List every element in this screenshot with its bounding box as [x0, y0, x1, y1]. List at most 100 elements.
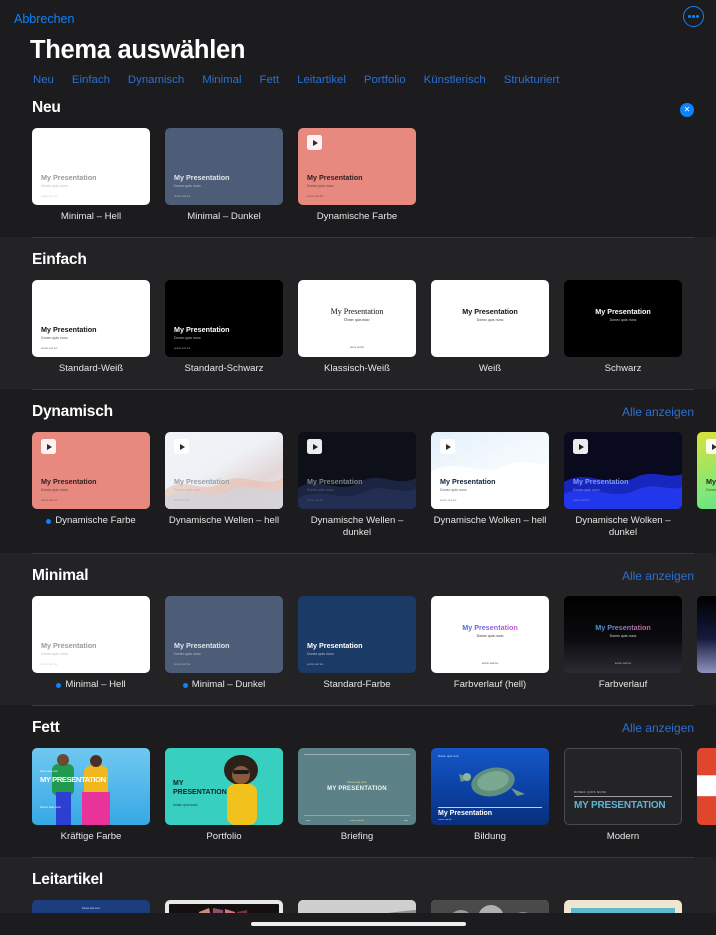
theme-thumbnail[interactable]: My Presentation Donec quis nunc auctor s…: [298, 432, 416, 509]
theme-cell: My Presentation Donec quis nunc auctor s…: [431, 432, 549, 539]
theme-row-dynamisch[interactable]: My Presentation Donec quis nunc auctor s…: [0, 421, 716, 539]
ellipsis-dots: [688, 15, 699, 18]
section-header-neu: Neu ✕: [0, 86, 716, 117]
theme-row-minimal[interactable]: My Presentation Donec quis nunc auctor s…: [0, 585, 716, 691]
cloud-art: [431, 462, 549, 509]
theme-cell: My Presentation Donec quis nunc auctor s…: [32, 280, 150, 375]
theme-label-wrap: Schwarz: [564, 363, 682, 375]
theme-label: Dynamische Wellen – dunkel: [310, 515, 404, 538]
theme-thumbnail[interactable]: My Presentation Donec quis nunc auctor s…: [32, 432, 150, 509]
theme-label-wrap: Minimal – Hell: [32, 211, 150, 223]
theme-thumbnail[interactable]: My Presentation Donec quis nunc auctor s…: [32, 280, 150, 357]
theme-thumbnail[interactable]: My Presentation Donec quis nunc auctor s…: [431, 596, 549, 673]
theme-cell: My Presentation Donec quis nunc Weiß: [431, 280, 549, 375]
theme-sections-scroll[interactable]: Neu ✕ My Presentation Donec quis nunc auct…: [0, 86, 716, 935]
theme-thumbnail[interactable]: My Presentation Donec quis nunc auctor s…: [32, 596, 150, 673]
theme-thumbnail[interactable]: My Presentation Donec quis nunc auctor s…: [564, 596, 682, 673]
section-einfach: Einfach My Presentation Donec quis nunc a…: [0, 237, 716, 389]
tab-k-nstlerisch[interactable]: Künstlerisch: [424, 74, 486, 86]
theme-thumbnail[interactable]: My Presentation Donec quis nunc auctor s…: [564, 432, 682, 509]
ellipsis-circle-icon[interactable]: [683, 6, 704, 27]
theme-thumbnail[interactable]: My Presentation Donec quis nunc auctor s…: [298, 596, 416, 673]
theme-label: Dynamische Wellen – hell: [168, 515, 280, 526]
theme-row-fett[interactable]: Donec quis nunc MY PRESENTATION Donec qu…: [0, 737, 716, 843]
theme-cell: My Presentation Donec quis nunc auctor s…: [32, 128, 150, 223]
tab-strukturiert[interactable]: Strukturiert: [504, 74, 560, 86]
theme-cell: My Presentation Donec quis nunc auctor s…: [165, 280, 283, 375]
close-circle-icon[interactable]: ✕: [680, 103, 694, 117]
theme-label-wrap: Farbverlauf (hell): [431, 679, 549, 691]
theme-thumbnail[interactable]: My Presentation Donec quis nunc auctor s…: [165, 280, 283, 357]
section-neu: Neu ✕ My Presentation Donec quis nunc auct…: [0, 86, 716, 237]
theme-cell: My Presentation Donec quis nunc auctor s…: [32, 432, 150, 539]
tab-einfach[interactable]: Einfach: [72, 74, 110, 86]
theme-thumbnail[interactable]: My Presentation Donec quis nunc auctor s…: [431, 432, 549, 509]
theme-thumbnail-partial[interactable]: [697, 748, 716, 825]
show-all-button-minimal[interactable]: Alle anzeigen: [622, 569, 694, 583]
section-header-minimal: Minimal Alle anzeigen: [0, 554, 716, 585]
section-title-neu: Neu: [32, 99, 61, 116]
theme-cell-partial: [697, 596, 716, 691]
theme-cell: Donec quis nunc MY PRESENTATION Donec qu…: [32, 748, 150, 843]
theme-thumbnail[interactable]: DONEC QUIS NUNC MY PRESENTATION: [564, 748, 682, 825]
theme-label: Minimal – Hell: [60, 211, 122, 222]
theme-label: Dynamische Farbe: [55, 515, 136, 526]
section-header-einfach: Einfach: [0, 238, 716, 269]
section-title-einfach: Einfach: [32, 251, 87, 268]
theme-thumbnail[interactable]: My Presentation Donec quis nunc auctor s…: [298, 280, 416, 357]
show-all-button-dynamisch[interactable]: Alle anzeigen: [622, 405, 694, 419]
theme-label-wrap: Kräftige Farbe: [32, 831, 150, 843]
selected-dot-icon: [182, 682, 188, 688]
theme-row-neu[interactable]: My Presentation Donec quis nunc auctor s…: [0, 117, 716, 223]
theme-label: Minimal – Hell: [65, 679, 126, 690]
theme-thumbnail[interactable]: Donec quis nunc MY PRESENTATION nunc auc…: [298, 748, 416, 825]
theme-cell: My Presentation Donec quis nunc auctor s…: [298, 128, 416, 223]
theme-thumbnail[interactable]: My Presentation Donec quis nunc auctor s…: [165, 432, 283, 509]
theme-thumbnail[interactable]: Donec quis nunc MY PRESENTATION Donec qu…: [32, 748, 150, 825]
theme-thumbnail[interactable]: My Presentation Donec quis nunc auctor s…: [32, 128, 150, 205]
theme-thumbnail[interactable]: My Presentation Donec quis nunc auctor s…: [165, 596, 283, 673]
theme-cell: My Presentation Donec quis nunc Schwarz: [564, 280, 682, 375]
tab-fett[interactable]: Fett: [260, 74, 280, 86]
theme-thumbnail[interactable]: My Presentation Donec quis nunc: [564, 280, 682, 357]
theme-thumbnail-partial[interactable]: My Presentation Donec quis nunc: [697, 432, 716, 509]
page-title: Thema auswählen: [30, 36, 246, 64]
selected-dot-icon: [46, 518, 52, 524]
theme-label: Dynamische Wolken – hell: [433, 515, 547, 526]
show-all-button-fett[interactable]: Alle anzeigen: [622, 721, 694, 735]
theme-thumbnail[interactable]: My Presentation Donec quis nunc auctor s…: [165, 128, 283, 205]
tab-leitartikel[interactable]: Leitartikel: [297, 74, 346, 86]
theme-label: Standard-Farbe: [323, 679, 391, 690]
theme-label: Klassisch-Weiß: [324, 363, 390, 374]
wave-art: [298, 477, 416, 509]
theme-thumbnail[interactable]: Donec quis nunc My Presentation auctor s…: [431, 748, 549, 825]
theme-thumbnail[interactable]: MY PRESENTATION DONEC QUIS NUNC: [165, 748, 283, 825]
cloud-art: [564, 473, 682, 509]
theme-label: Farbverlauf: [598, 679, 648, 690]
tab-portfolio[interactable]: Portfolio: [364, 74, 406, 86]
tab-dynamisch[interactable]: Dynamisch: [128, 74, 184, 86]
theme-label-wrap: Standard-Farbe: [298, 679, 416, 691]
cancel-button[interactable]: Abbrechen: [14, 12, 74, 26]
section-dynamisch: Dynamisch Alle anzeigen My Presentation D…: [0, 389, 716, 553]
section-header-leitartikel: Leitartikel: [0, 858, 716, 889]
tab-neu[interactable]: Neu: [33, 74, 54, 86]
tab-minimal[interactable]: Minimal: [202, 74, 241, 86]
theme-cell: My Presentation Donec quis nunc auctor s…: [564, 432, 682, 539]
home-indicator[interactable]: [250, 922, 466, 926]
theme-row-einfach[interactable]: My Presentation Donec quis nunc auctor s…: [0, 269, 716, 375]
section-minimal: Minimal Alle anzeigen My Presentation Done…: [0, 553, 716, 705]
theme-label-wrap: Farbverlauf: [564, 679, 682, 691]
theme-label: Schwarz: [604, 363, 642, 374]
theme-label-wrap: Dynamische Wellen – dunkel: [298, 515, 416, 539]
theme-thumbnail-partial[interactable]: [697, 596, 716, 673]
theme-thumbnail[interactable]: My Presentation Donec quis nunc: [431, 280, 549, 357]
theme-label: Standard-Schwarz: [184, 363, 264, 374]
theme-thumbnail[interactable]: My Presentation Donec quis nunc auctor s…: [298, 128, 416, 205]
section-title-fett: Fett: [32, 719, 60, 736]
theme-cell: My Presentation Donec quis nunc auctor s…: [165, 596, 283, 691]
section-title-leitartikel: Leitartikel: [32, 871, 104, 888]
